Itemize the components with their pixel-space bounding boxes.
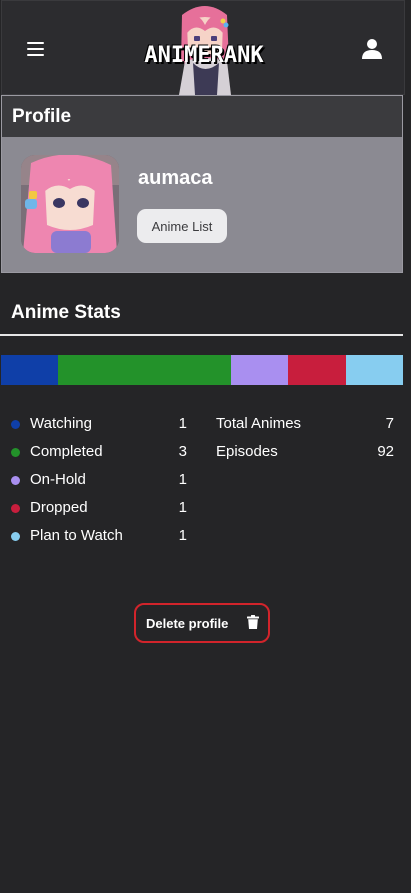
totals-value: 92 xyxy=(377,443,394,460)
legend-dot xyxy=(11,448,20,457)
logo-text: ANIMERANK xyxy=(144,43,264,68)
legend-dot xyxy=(11,420,20,429)
totals-value: 7 xyxy=(385,415,394,432)
totals-item: Total Animes 7 xyxy=(216,414,394,434)
legend-label: Plan to Watch xyxy=(30,527,123,544)
user-icon[interactable] xyxy=(362,38,382,60)
legend-item: On-Hold 1 xyxy=(0,470,200,490)
legend-item: Dropped 1 xyxy=(0,498,200,518)
app-logo[interactable]: ANIMERANK xyxy=(127,3,282,95)
legend-label: Watching xyxy=(30,415,92,432)
username: aumaca xyxy=(138,167,213,189)
legend-count: 1 xyxy=(178,415,187,432)
stats-bar-segment xyxy=(345,355,403,385)
legend-count: 1 xyxy=(178,527,187,544)
legend-item: Plan to Watch 1 xyxy=(0,526,200,546)
legend-dot xyxy=(11,476,20,485)
anime-stats-title: Anime Stats xyxy=(11,302,121,323)
profile-title: Profile xyxy=(12,106,72,127)
legend-count: 1 xyxy=(178,499,187,516)
legend-count: 1 xyxy=(178,471,187,488)
hamburger-menu-icon[interactable] xyxy=(27,41,45,56)
profile-card: Profile aumaca Anime List xyxy=(1,95,403,273)
anime-list-button[interactable]: Anime List xyxy=(137,209,227,243)
legend-item: Completed 3 xyxy=(0,442,200,462)
stats-bar-segment xyxy=(58,355,231,385)
divider xyxy=(0,334,403,336)
top-navbar: ANIMERANK xyxy=(1,0,405,95)
totals-label: Episodes xyxy=(216,443,278,460)
legend-label: Dropped xyxy=(30,499,88,516)
delete-profile-button[interactable]: Delete profile xyxy=(134,603,270,643)
profile-card-header: Profile xyxy=(2,96,402,137)
totals-label: Total Animes xyxy=(216,415,302,432)
legend-label: Completed xyxy=(30,443,103,460)
legend-count: 3 xyxy=(178,443,187,460)
totals-item: Episodes 92 xyxy=(216,442,394,462)
legend-item: Watching 1 xyxy=(0,414,200,434)
stats-bar-segment xyxy=(288,355,346,385)
legend-dot xyxy=(11,532,20,541)
avatar xyxy=(21,155,119,253)
delete-profile-label: Delete profile xyxy=(146,616,229,631)
stats-distribution-bar xyxy=(1,355,403,385)
legend-dot xyxy=(11,504,20,513)
stats-bar-segment xyxy=(230,355,289,385)
stats-bar-segment xyxy=(1,355,59,385)
legend-label: On-Hold xyxy=(30,471,86,488)
trash-icon xyxy=(247,615,259,632)
